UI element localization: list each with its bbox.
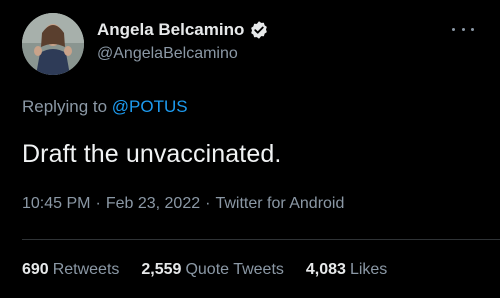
reply-mention-link[interactable]: @POTUS (112, 97, 188, 116)
tweet-date[interactable]: Feb 23, 2022 (106, 195, 200, 212)
retweets-count: 690 (22, 261, 49, 278)
meta-separator: · (95, 195, 101, 212)
likes-label: Likes (349, 261, 388, 278)
verified-badge-icon (249, 20, 269, 40)
divider (22, 239, 500, 240)
author-name-row[interactable]: Angela Belcamino (97, 19, 269, 41)
avatar[interactable] (22, 13, 84, 75)
replying-to: Replying to @POTUS (22, 97, 188, 117)
author-handle[interactable]: @AngelaBelcamino (97, 45, 238, 63)
meta-separator: · (205, 195, 211, 212)
avatar-photo (22, 13, 84, 75)
tweet-meta: 10:45 PM · Feb 23, 2022 · Twitter for Androi… (22, 195, 344, 213)
tweet-time[interactable]: 10:45 PM (22, 195, 90, 212)
retweets-label: Retweets (52, 261, 120, 278)
likes-count: 4,083 (305, 261, 346, 278)
more-options-icon[interactable] (452, 25, 474, 33)
tweet-stats: 690 Retweets 2,559 Quote Tweets 4,083 Likes (22, 261, 409, 279)
quote-tweets-label: Quote Tweets (185, 261, 284, 278)
tweet-source[interactable]: Twitter for Android (215, 195, 344, 212)
likes-stat[interactable]: 4,083 Likes (306, 261, 387, 279)
tweet-text: Draft the unvaccinated. (22, 140, 282, 168)
tweet-card: Angela Belcamino @AngelaBelcamino Replyi… (0, 0, 500, 298)
quote-tweets-count: 2,559 (141, 261, 182, 278)
replying-to-label: Replying to (22, 97, 108, 116)
display-name[interactable]: Angela Belcamino (97, 20, 244, 40)
quote-tweets-stat[interactable]: 2,559 Quote Tweets (141, 261, 283, 279)
retweets-stat[interactable]: 690 Retweets (22, 261, 119, 279)
